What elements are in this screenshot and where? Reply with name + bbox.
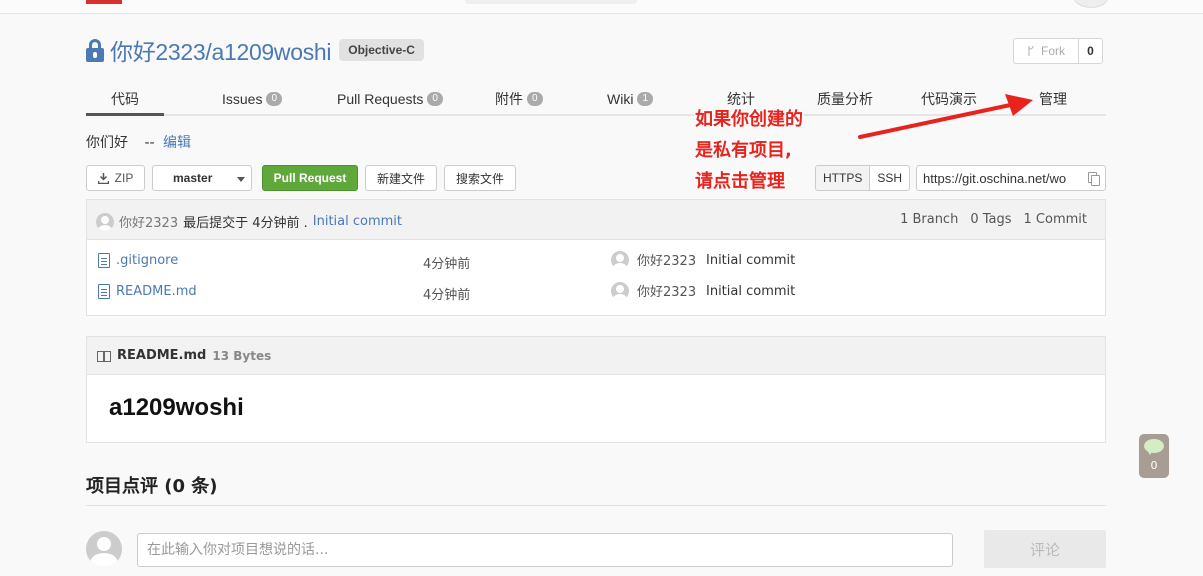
commit-message-link[interactable]: Initial commit: [313, 214, 402, 229]
comment-submit-button[interactable]: 评论: [984, 530, 1106, 568]
avatar: [611, 250, 629, 269]
readme-size: 13 Bytes: [212, 348, 272, 363]
file-name[interactable]: .gitignore: [116, 253, 178, 268]
tab-count-badge: 0: [266, 92, 283, 106]
fork-group: Fork 0: [1013, 38, 1103, 64]
file-commit-message[interactable]: Initial commit: [706, 253, 795, 268]
tab-label: 附件: [495, 91, 523, 107]
annotation-line: 是私有项目,: [695, 140, 792, 161]
search-file-button[interactable]: 搜索文件: [444, 165, 516, 191]
file-link[interactable]: README.md: [98, 284, 197, 299]
repo-description: 你们好 -- 编辑: [86, 132, 191, 152]
edit-description-link[interactable]: 编辑: [163, 135, 191, 151]
avatar: [611, 281, 629, 300]
description-separator: --: [144, 135, 155, 151]
comments-title: 项目点评 (0 条): [86, 476, 218, 497]
file-link[interactable]: .gitignore: [98, 253, 178, 268]
download-icon: [97, 172, 109, 184]
floating-comment-button[interactable]: 0: [1139, 434, 1169, 478]
file-author: 你好2323: [611, 281, 696, 300]
annotation-arrow-icon: [858, 94, 1033, 139]
last-commit-bar: 你好2323 最后提交于 4分钟前 . Initial commit 1 Bra…: [87, 200, 1105, 240]
readme-filename: README.md: [117, 348, 207, 363]
tab-attachments[interactable]: 附件 0: [495, 84, 543, 114]
download-zip-button[interactable]: ZIP: [86, 165, 145, 191]
clone-url-text: https://git.oschina.net/wo: [923, 170, 1067, 186]
top-search-box[interactable]: [465, 0, 637, 4]
readme-heading: a1209woshi: [109, 394, 244, 421]
fork-button[interactable]: Fork: [1013, 38, 1079, 64]
https-toggle[interactable]: HTTPS: [815, 165, 871, 191]
branch-select[interactable]: master: [152, 165, 252, 191]
annotation-text: 如果你创建的 是私有项目, 请点击管理: [695, 104, 803, 197]
table-row: README.md 4分钟前 你好2323 Initial commit: [87, 277, 1107, 307]
tab-label: Pull Requests: [337, 91, 424, 107]
tab-count-badge: 1: [637, 92, 653, 106]
chevron-down-icon: [237, 177, 245, 182]
annotation-line: 如果你创建的: [695, 109, 803, 130]
readme-panel: README.md 13 Bytes a1209woshi: [86, 336, 1106, 443]
author-name[interactable]: 你好2323: [637, 250, 696, 269]
pull-request-button[interactable]: Pull Request: [262, 165, 358, 191]
fork-label: Fork: [1041, 44, 1065, 58]
repo-name[interactable]: a1209woshi: [211, 39, 331, 65]
tab-wiki[interactable]: Wiki 1: [607, 84, 653, 114]
branch-name: master: [173, 171, 213, 185]
ssh-toggle[interactable]: SSH: [870, 165, 911, 191]
file-commit-message[interactable]: Initial commit: [706, 284, 795, 299]
lock-icon: [86, 38, 104, 62]
tab-label: 代码: [111, 90, 139, 107]
commit-time-text: 最后提交于 4分钟前 .: [183, 216, 308, 231]
fork-count[interactable]: 0: [1079, 38, 1103, 64]
repo-title-row: 你好2323/a1209woshi Objective-C: [86, 34, 424, 66]
fork-icon: [1028, 46, 1034, 56]
avatar: [96, 212, 114, 231]
site-logo[interactable]: [86, 0, 122, 4]
file-time: 4分钟前: [423, 288, 471, 303]
tab-label: Issues: [222, 91, 263, 107]
comment-input[interactable]: [137, 533, 953, 567]
copy-icon[interactable]: [1085, 170, 1102, 186]
repo-owner[interactable]: 你好2323: [110, 39, 206, 65]
repo-toolbar: ZIP master Pull Request 新建文件 搜索文件 HTTPS …: [86, 165, 1107, 191]
tab-count-badge: 0: [527, 92, 543, 106]
annotation-line: 请点击管理: [695, 171, 785, 192]
file-author: 你好2323: [611, 250, 696, 269]
avatar: [86, 531, 122, 567]
commit-count[interactable]: 1 Commit: [1024, 212, 1087, 227]
table-row: .gitignore 4分钟前 你好2323 Initial commit: [87, 246, 1107, 276]
user-avatar-top[interactable]: [1073, 0, 1109, 8]
file-icon: [98, 253, 110, 268]
chat-bubble-icon: [1144, 439, 1164, 455]
repo-title[interactable]: 你好2323/a1209woshi: [110, 33, 332, 67]
file-icon: [98, 284, 110, 299]
tab-issues[interactable]: Issues 0: [222, 84, 283, 114]
file-name[interactable]: README.md: [116, 284, 197, 299]
tag-count[interactable]: 0 Tags: [970, 212, 1011, 227]
tab-pull-requests[interactable]: Pull Requests 0: [337, 84, 443, 114]
clone-url-group: HTTPS SSH https://git.oschina.net/wo: [815, 165, 1107, 191]
tab-code[interactable]: 代码: [86, 84, 164, 116]
description-text: 你们好: [86, 135, 128, 151]
floating-comment-count: 0: [1150, 459, 1158, 472]
book-icon: [97, 350, 111, 362]
file-time: 4分钟前: [423, 257, 471, 272]
top-navbar: [0, 0, 1203, 14]
clone-url-field[interactable]: https://git.oschina.net/wo: [916, 165, 1107, 191]
zip-label: ZIP: [114, 171, 134, 185]
author-name[interactable]: 你好2323: [637, 281, 696, 300]
language-badge[interactable]: Objective-C: [339, 39, 424, 61]
readme-header: README.md 13 Bytes: [87, 337, 1105, 375]
new-file-button[interactable]: 新建文件: [365, 165, 437, 191]
divider: [86, 505, 1106, 506]
file-list: 你好2323 最后提交于 4分钟前 . Initial commit 1 Bra…: [86, 199, 1106, 316]
tab-count-badge: 0: [427, 92, 443, 106]
tab-label: Wiki: [607, 91, 634, 107]
commit-user[interactable]: 你好2323: [119, 212, 178, 231]
branch-count[interactable]: 1 Branch: [900, 212, 958, 227]
